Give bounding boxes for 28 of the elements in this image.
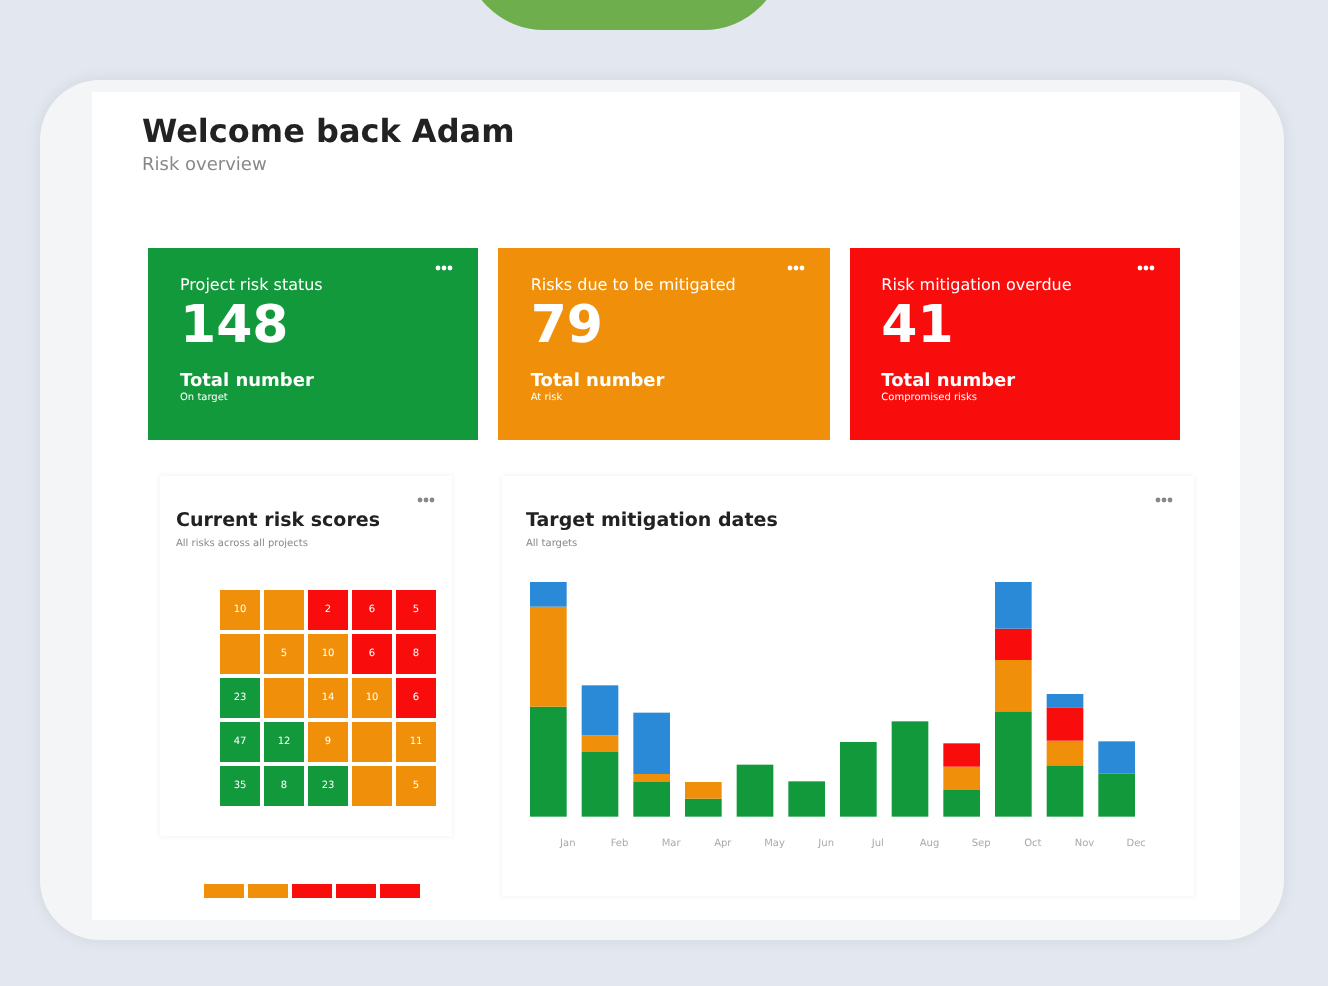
welcome-title: Welcome back Adam <box>142 112 517 150</box>
stacked-bar <box>736 764 774 817</box>
card-caption: Total number <box>530 372 667 392</box>
panel-title: Current risk scores <box>176 510 380 532</box>
page-subtitle: Risk overview <box>142 156 269 176</box>
stacked-bar <box>840 742 877 817</box>
more-options-icon[interactable] <box>434 264 455 272</box>
card-caption: Total number <box>180 372 316 392</box>
stacked-bar <box>1098 741 1135 817</box>
stacked-bar <box>685 782 722 817</box>
stacked-bar <box>1046 694 1084 817</box>
more-options-icon[interactable] <box>416 496 436 504</box>
more-options-icon[interactable] <box>1135 264 1156 272</box>
card-value: 79 <box>530 296 606 356</box>
panel-title: Target mitigation dates <box>526 510 778 532</box>
card-caption: Total number <box>881 372 1018 392</box>
card-value: 41 <box>881 296 956 356</box>
stacked-bar <box>788 781 825 817</box>
stacked-bar <box>581 685 619 817</box>
stacked-bar <box>891 721 929 817</box>
card-label: Project risk status <box>180 276 325 294</box>
stacked-bar <box>633 712 670 817</box>
card-label: Risk mitigation overdue <box>881 276 1074 294</box>
card-label: Risks due to be mitigated <box>530 276 738 294</box>
card-value: 148 <box>180 296 291 356</box>
more-options-icon[interactable] <box>785 264 806 272</box>
more-options-icon[interactable] <box>1154 496 1174 504</box>
stacked-bar <box>943 743 980 817</box>
